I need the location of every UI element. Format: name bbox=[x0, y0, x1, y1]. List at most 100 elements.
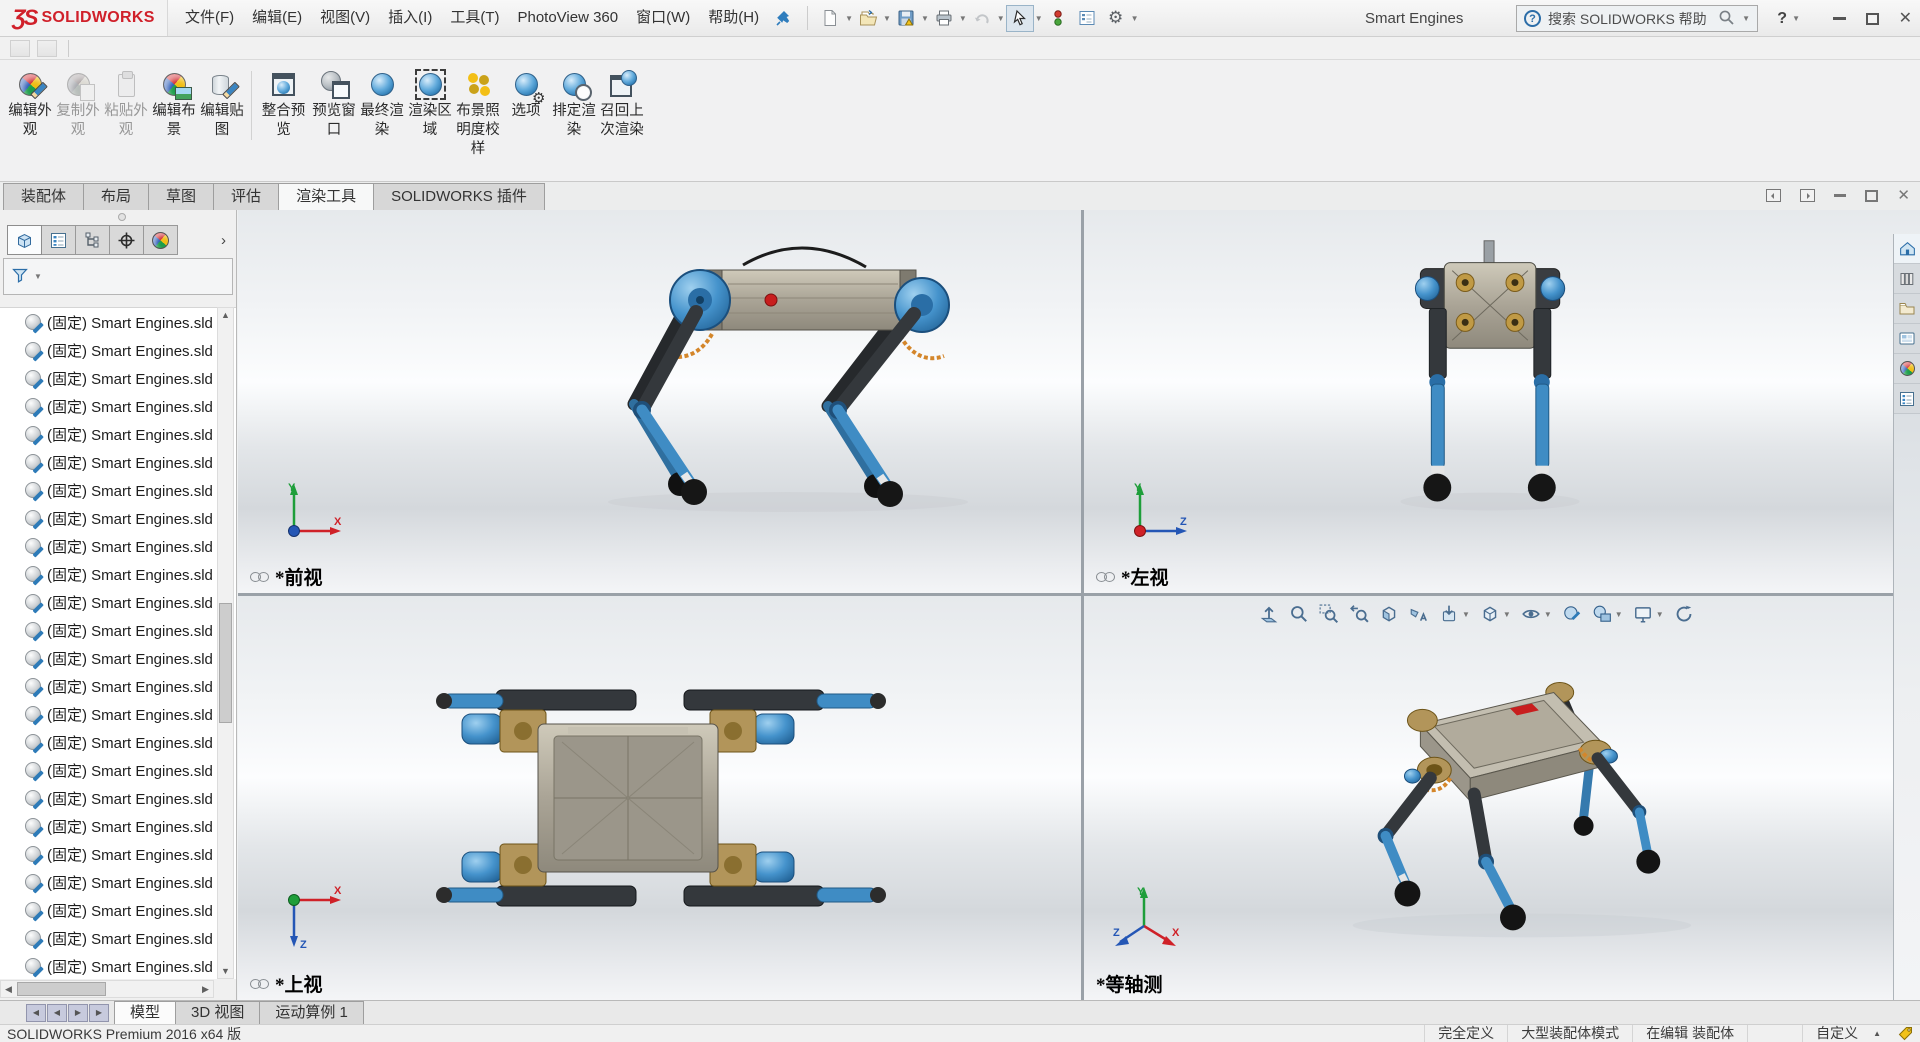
tree-item[interactable]: (固定) Smart Engines.sld bbox=[0, 308, 236, 336]
file-explorer-tab[interactable] bbox=[1894, 294, 1920, 324]
command-tab[interactable]: 渲染工具 bbox=[278, 183, 374, 210]
document-tab[interactable]: 运动算例 1 bbox=[259, 1001, 364, 1024]
split-pane-left-icon[interactable] bbox=[1766, 189, 1781, 202]
tree-item[interactable]: (固定) Smart Engines.sld bbox=[0, 392, 236, 420]
zoom-to-fit-icon[interactable] bbox=[1289, 604, 1309, 624]
settings-caret-icon[interactable]: ▼ bbox=[1131, 14, 1139, 23]
search-caret-icon[interactable]: ▼ bbox=[1742, 14, 1750, 23]
ribbon-button[interactable]: 预览窗口 bbox=[310, 71, 358, 140]
apply-scene-caret-icon[interactable]: ▼ bbox=[1615, 610, 1623, 619]
task-pane-home-tab[interactable] bbox=[1894, 234, 1920, 264]
new-document-button[interactable] bbox=[816, 5, 844, 32]
split-pane-right-icon[interactable] bbox=[1800, 189, 1815, 202]
tree-item[interactable]: (固定) Smart Engines.sld bbox=[0, 784, 236, 812]
featuremanager-tab[interactable] bbox=[7, 225, 42, 255]
minimize-button[interactable] bbox=[1833, 17, 1846, 20]
tree-item[interactable]: (固定) Smart Engines.sld bbox=[0, 952, 236, 979]
tree-item[interactable]: (固定) Smart Engines.sld bbox=[0, 868, 236, 896]
tree-horizontal-scrollbar[interactable]: ◀ ▶ bbox=[0, 980, 214, 998]
previous-view-icon[interactable] bbox=[1349, 604, 1369, 624]
ribbon-button[interactable]: 复制外观 bbox=[54, 71, 102, 140]
pin-icon[interactable] bbox=[776, 10, 791, 26]
interference-check-button[interactable] bbox=[1044, 5, 1072, 32]
tree-item[interactable]: (固定) Smart Engines.sld bbox=[0, 476, 236, 504]
tree-item[interactable]: (固定) Smart Engines.sld bbox=[0, 896, 236, 924]
command-tab[interactable]: SOLIDWORKS 插件 bbox=[373, 183, 545, 210]
save-button[interactable] bbox=[892, 5, 920, 32]
tree-item[interactable]: (固定) Smart Engines.sld bbox=[0, 812, 236, 840]
command-tab[interactable]: 草图 bbox=[148, 183, 214, 210]
menu-item[interactable]: PhotoView 360 bbox=[508, 0, 627, 36]
view-orientation-caret-icon[interactable]: ▼ bbox=[1462, 610, 1470, 619]
new-document-caret-icon[interactable]: ▼ bbox=[845, 14, 853, 23]
viewport-horizontal-splitter[interactable] bbox=[238, 593, 1920, 596]
tree-item[interactable]: (固定) Smart Engines.sld bbox=[0, 756, 236, 784]
zoom-to-area-icon[interactable] bbox=[1319, 604, 1339, 624]
ribbon-button[interactable]: 排定渲染 bbox=[550, 71, 598, 140]
status-custom-dropdown[interactable]: 自定义 bbox=[1802, 1025, 1871, 1042]
viewport-top[interactable]: Z X *上视 bbox=[238, 596, 1081, 1000]
ribbon-button[interactable]: 布景照明度校样 bbox=[454, 71, 502, 159]
tree-vertical-scrollbar[interactable]: ▲ ▼ bbox=[217, 307, 234, 979]
robot-model-isometric-view[interactable] bbox=[1084, 596, 1920, 1000]
tag-button[interactable] bbox=[1891, 1026, 1920, 1041]
design-library-tab[interactable] bbox=[1894, 264, 1920, 294]
tree-item[interactable]: (固定) Smart Engines.sld bbox=[0, 532, 236, 560]
options-form-button[interactable] bbox=[1073, 5, 1101, 32]
displaymanager-tab[interactable] bbox=[143, 225, 178, 255]
hide-show-items-icon[interactable]: ▼ bbox=[1521, 604, 1552, 624]
filter-caret-icon[interactable]: ▼ bbox=[34, 272, 42, 281]
tree-item[interactable]: (固定) Smart Engines.sld bbox=[0, 588, 236, 616]
print-caret-icon[interactable]: ▼ bbox=[959, 14, 967, 23]
view-settings-icon[interactable]: ▼ bbox=[1633, 604, 1664, 624]
tree-item[interactable]: (固定) Smart Engines.sld bbox=[0, 504, 236, 532]
close-button[interactable]: ✕ bbox=[1899, 11, 1912, 27]
display-style-caret-icon[interactable]: ▼ bbox=[1503, 610, 1511, 619]
tree-item[interactable]: (固定) Smart Engines.sld bbox=[0, 448, 236, 476]
document-tab[interactable]: 模型 bbox=[114, 1001, 176, 1024]
vertical-scroll-thumb[interactable] bbox=[219, 603, 232, 724]
tree-filter-bar[interactable]: ▼ bbox=[3, 258, 233, 295]
select-tool-button[interactable] bbox=[1006, 5, 1034, 32]
settings-gear-icon[interactable]: ⚙ bbox=[1102, 5, 1130, 32]
tree-item[interactable]: (固定) Smart Engines.sld bbox=[0, 560, 236, 588]
tree-item[interactable]: (固定) Smart Engines.sld bbox=[0, 616, 236, 644]
viewport-left[interactable]: Y Z *左视 bbox=[1084, 210, 1920, 593]
document-tab[interactable]: 3D 视图 bbox=[175, 1001, 260, 1024]
horizontal-scroll-thumb[interactable] bbox=[17, 982, 106, 996]
appearances-scenes-tab[interactable] bbox=[1894, 354, 1920, 384]
document-close-button[interactable]: ✕ bbox=[1897, 188, 1910, 203]
select-tool-caret-icon[interactable]: ▼ bbox=[1035, 14, 1043, 23]
scroll-left-icon[interactable]: ◀ bbox=[1, 981, 16, 997]
ribbon-button[interactable]: 渲染区域 bbox=[406, 71, 454, 140]
viewport-front[interactable]: Y X *前视 bbox=[238, 210, 1081, 593]
panel-expand-icon[interactable]: › bbox=[221, 232, 226, 249]
normal-to-icon[interactable] bbox=[1259, 604, 1279, 624]
menu-item[interactable]: 帮助(H) bbox=[699, 0, 768, 36]
menu-item[interactable]: 工具(T) bbox=[441, 0, 508, 36]
open-document-caret-icon[interactable]: ▼ bbox=[883, 14, 891, 23]
restore-button[interactable] bbox=[1866, 13, 1879, 25]
last-tab-icon[interactable]: ▶ bbox=[89, 1004, 109, 1022]
ribbon-button[interactable]: 召回上次渲染 bbox=[598, 71, 646, 140]
panel-splitter-handle[interactable] bbox=[0, 210, 236, 222]
help-search-box[interactable]: ? 搜索 SOLIDWORKS 帮助 ▼ bbox=[1516, 5, 1758, 32]
menu-item[interactable]: 插入(I) bbox=[379, 0, 441, 36]
dynamic-annotation-icon[interactable] bbox=[1409, 604, 1429, 624]
tree-item[interactable]: (固定) Smart Engines.sld bbox=[0, 644, 236, 672]
command-tab[interactable]: 布局 bbox=[83, 183, 149, 210]
tree-item[interactable]: (固定) Smart Engines.sld bbox=[0, 364, 236, 392]
help-menu-button[interactable]: ?▼ bbox=[1777, 0, 1800, 37]
tree-item[interactable]: (固定) Smart Engines.sld bbox=[0, 840, 236, 868]
tree-item[interactable]: (固定) Smart Engines.sld bbox=[0, 700, 236, 728]
status-custom-caret-icon[interactable]: ▲ bbox=[1873, 1029, 1881, 1038]
display-style-icon[interactable]: ▼ bbox=[1480, 604, 1511, 624]
rotate-view-icon[interactable] bbox=[1674, 604, 1694, 624]
document-minimize-button[interactable] bbox=[1834, 194, 1846, 197]
command-tab[interactable]: 评估 bbox=[213, 183, 279, 210]
ribbon-button[interactable]: 最终渲染 bbox=[358, 71, 406, 140]
view-orientation-icon[interactable]: ▼ bbox=[1439, 604, 1470, 624]
menu-item[interactable]: 窗口(W) bbox=[627, 0, 699, 36]
view-settings-caret-icon[interactable]: ▼ bbox=[1656, 610, 1664, 619]
save-caret-icon[interactable]: ▼ bbox=[921, 14, 929, 23]
